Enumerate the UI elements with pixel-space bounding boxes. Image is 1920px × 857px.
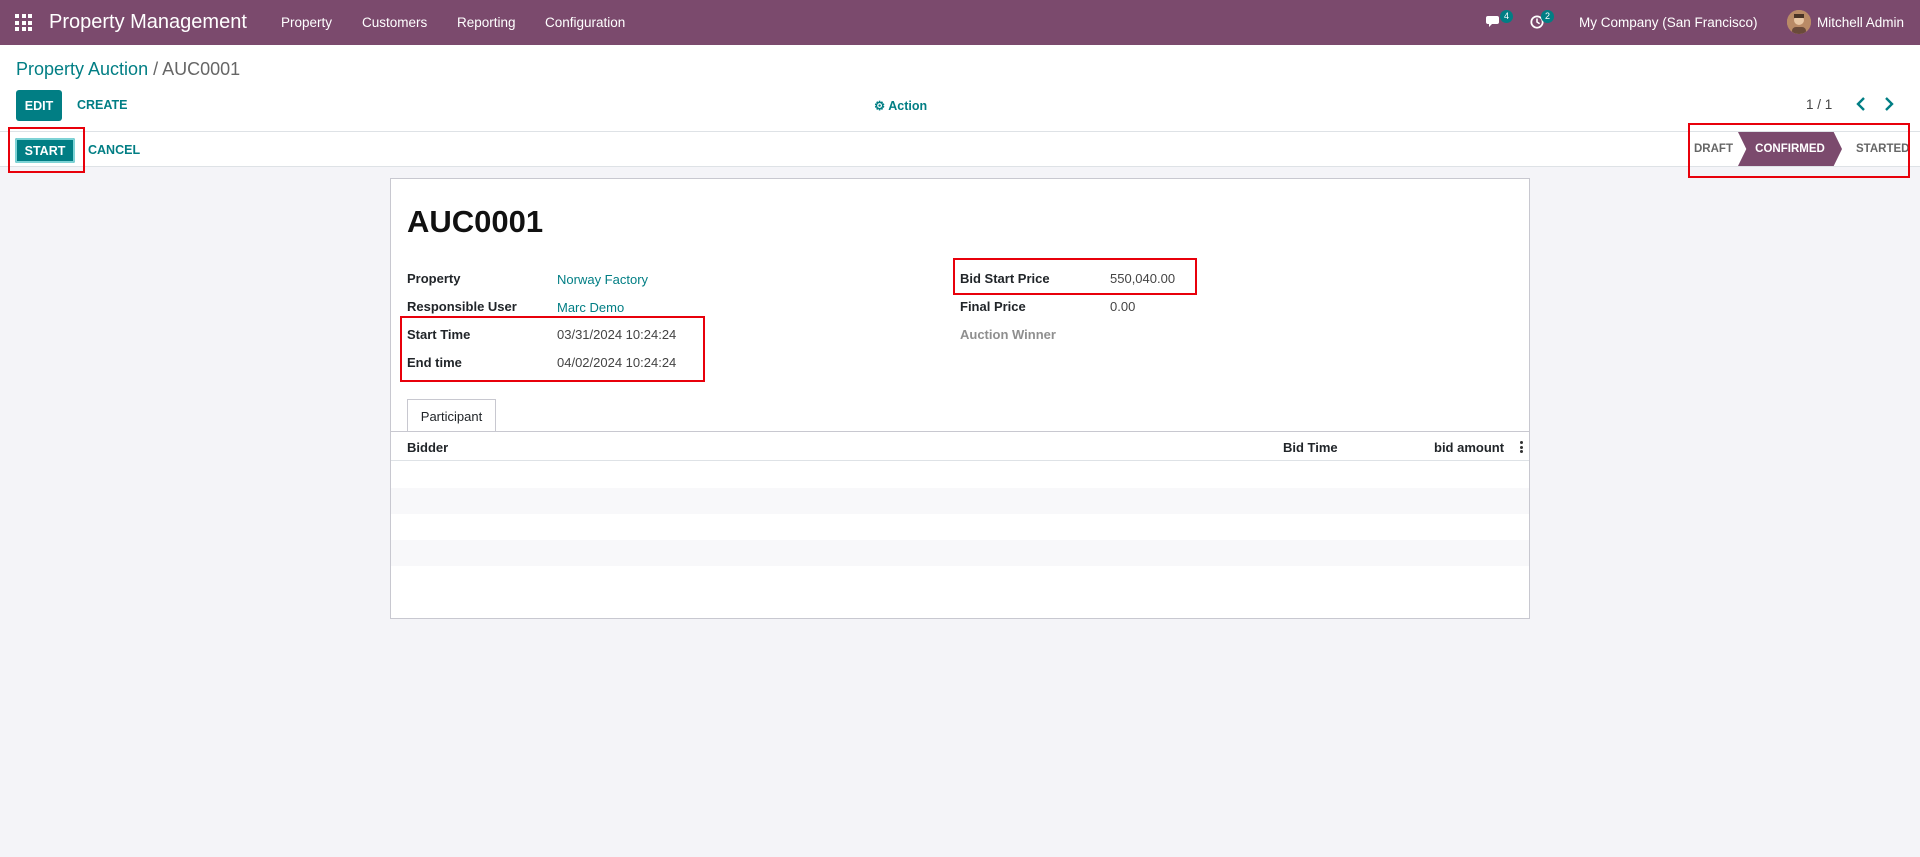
end-time-value: 04/02/2024 10:24:24 bbox=[557, 355, 677, 370]
column-bidder[interactable]: Bidder bbox=[407, 440, 448, 455]
responsible-user-value[interactable]: Marc Demo bbox=[557, 300, 624, 315]
pager-next-icon[interactable] bbox=[1884, 97, 1894, 116]
stage-draft[interactable]: DRAFT bbox=[1694, 132, 1733, 166]
start-time-value: 03/31/2024 10:24:24 bbox=[557, 327, 677, 342]
table-row bbox=[391, 540, 1529, 566]
column-bid-time[interactable]: Bid Time bbox=[1283, 440, 1338, 455]
table-row bbox=[391, 462, 1529, 488]
start-button[interactable]: START bbox=[15, 138, 75, 163]
property-value[interactable]: Norway Factory bbox=[557, 272, 648, 287]
column-bid-amount[interactable]: bid amount bbox=[1434, 440, 1504, 455]
table-row bbox=[391, 514, 1529, 540]
bid-start-price-value: 550,040.00 bbox=[1110, 271, 1176, 286]
final-price-label: Final Price bbox=[960, 299, 1026, 314]
activities-badge: 2 bbox=[1541, 10, 1555, 23]
status-bar: START CANCEL DRAFT CONFIRMED STARTED bbox=[0, 131, 1920, 167]
form-sheet: AUC0001 Property Norway Factory Responsi… bbox=[390, 178, 1530, 619]
top-navbar: Property Management Property Customers R… bbox=[0, 0, 1920, 45]
app-brand[interactable]: Property Management bbox=[49, 11, 247, 34]
user-menu[interactable]: Mitchell Admin bbox=[1817, 15, 1904, 30]
final-price-value: 0.00 bbox=[1110, 299, 1136, 314]
menu-customers[interactable]: Customers bbox=[362, 15, 427, 30]
breadcrumb-separator: / bbox=[153, 59, 159, 79]
breadcrumb-current: AUC0001 bbox=[162, 59, 241, 79]
optional-columns-icon[interactable] bbox=[1520, 441, 1523, 453]
messages-badge: 4 bbox=[1500, 10, 1514, 23]
auction-winner-label: Auction Winner bbox=[960, 327, 1056, 342]
responsible-user-label: Responsible User bbox=[407, 299, 517, 314]
property-label: Property bbox=[407, 271, 461, 286]
edit-button[interactable]: EDIT bbox=[16, 90, 62, 121]
cancel-button[interactable]: CANCEL bbox=[88, 143, 140, 157]
gear-icon: ⚙ bbox=[874, 99, 886, 113]
bid-start-price-label: Bid Start Price bbox=[960, 271, 1050, 286]
menu-property[interactable]: Property bbox=[281, 15, 332, 30]
pager-previous-icon[interactable] bbox=[1856, 97, 1866, 116]
action-label: Action bbox=[888, 99, 928, 113]
stage-started[interactable]: STARTED bbox=[1856, 132, 1909, 166]
user-avatar[interactable] bbox=[1787, 10, 1811, 34]
action-menu[interactable]: ⚙ Action bbox=[874, 98, 927, 113]
participant-table-header: Bidder Bid Time bid amount bbox=[391, 432, 1529, 461]
stage-confirmed[interactable]: CONFIRMED bbox=[1738, 132, 1842, 166]
pager-value[interactable]: 1 / 1 bbox=[1806, 97, 1832, 112]
start-time-label: Start Time bbox=[407, 327, 471, 342]
end-time-label: End time bbox=[407, 355, 462, 370]
create-button[interactable]: CREATE bbox=[77, 98, 127, 112]
apps-menu-icon[interactable] bbox=[15, 14, 32, 31]
tab-participant[interactable]: Participant bbox=[407, 399, 496, 432]
table-row bbox=[391, 488, 1529, 514]
record-title: AUC0001 bbox=[407, 204, 544, 239]
company-switcher[interactable]: My Company (San Francisco) bbox=[1579, 15, 1758, 30]
control-panel: Property Auction / AUC0001 EDIT CREATE ⚙… bbox=[0, 45, 1920, 131]
breadcrumb: Property Auction / AUC0001 bbox=[16, 59, 240, 80]
breadcrumb-parent[interactable]: Property Auction bbox=[16, 59, 148, 79]
menu-configuration[interactable]: Configuration bbox=[545, 15, 625, 30]
menu-reporting[interactable]: Reporting bbox=[457, 15, 516, 30]
